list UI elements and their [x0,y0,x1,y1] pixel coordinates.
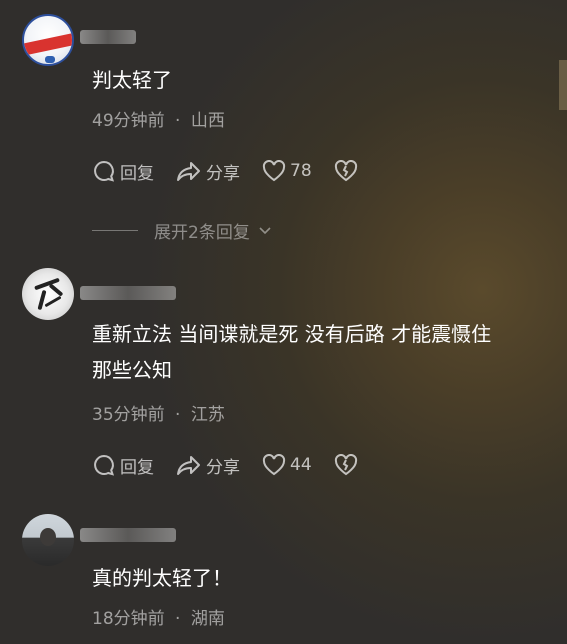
heart-icon [262,454,286,476]
dislike-button[interactable] [334,454,358,476]
expand-divider [92,230,138,231]
meta-separator: · [175,609,181,629]
comment-meta: 18分钟前 · 湖南 [92,604,225,629]
expand-replies-button[interactable]: 展开2条回复 [92,218,272,243]
comment-time: 49分钟前 [92,111,165,131]
reply-button[interactable]: 回复 [92,453,154,478]
chat-bubble-icon [92,159,116,183]
avatar[interactable] [22,268,74,320]
comment-location: 江苏 [190,405,225,425]
username-blurred[interactable] [80,286,176,300]
meta-separator: · [175,405,181,425]
like-count: 78 [290,161,312,181]
comment-time: 35分钟前 [92,405,165,425]
comment-text: 真的判太轻了！ [92,566,232,590]
share-button[interactable]: 分享 [176,159,240,184]
like-button[interactable]: 78 [262,160,312,182]
like-count: 44 [290,455,312,475]
share-arrow-icon [176,453,202,477]
share-button[interactable]: 分享 [176,453,240,478]
comment-text: 判太轻了 [92,68,172,92]
avatar[interactable] [22,14,74,66]
username-blurred[interactable] [80,528,176,542]
like-button[interactable]: 44 [262,454,312,476]
share-arrow-icon [176,159,202,183]
username-blurred[interactable] [80,30,136,44]
comment-location: 湖南 [190,609,225,629]
comment-actions: 回复 分享 44 [92,452,380,478]
comment-meta: 49分钟前 · 山西 [92,106,225,131]
dislike-button[interactable] [334,160,358,182]
meta-separator: · [175,111,181,131]
comment-meta: 35分钟前 · 江苏 [92,400,225,425]
broken-heart-icon [334,160,358,182]
avatar[interactable] [22,514,74,566]
reply-button[interactable]: 回复 [92,159,154,184]
heart-icon [262,160,286,182]
chevron-down-icon [258,221,272,241]
broken-heart-icon [334,454,358,476]
comment-actions: 回复 分享 78 [92,158,380,184]
comment-text: 重新立法 当间谍就是死 没有后路 才能震慑住 那些公知 [92,322,492,382]
comment-location: 山西 [190,111,225,131]
comment-time: 18分钟前 [92,609,165,629]
scroll-edge [559,60,567,110]
chat-bubble-icon [92,453,116,477]
